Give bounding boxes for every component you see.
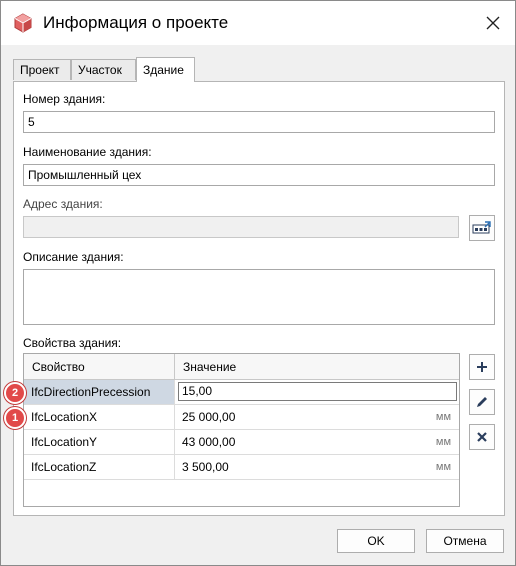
delete-icon bbox=[477, 432, 487, 442]
column-header-value[interactable]: Значение bbox=[175, 354, 459, 380]
edit-property-button[interactable] bbox=[469, 389, 495, 415]
unit-label: мм bbox=[435, 436, 451, 448]
property-value-cell[interactable]: 25 000,00 мм bbox=[175, 405, 459, 429]
dialog-window: Информация о проекте Проект Участок Здан… bbox=[0, 0, 516, 566]
property-name-cell: IfcLocationX bbox=[24, 405, 175, 429]
table-row[interactable]: IfcDirectionPrecession 15,00 bbox=[24, 380, 459, 405]
close-icon bbox=[486, 16, 500, 30]
edit-icon bbox=[477, 397, 487, 407]
unit-label: мм bbox=[435, 411, 451, 423]
title-bar: Информация о проекте bbox=[1, 1, 515, 45]
table-row[interactable]: IfcLocationX 25 000,00 мм bbox=[24, 405, 459, 430]
property-value-cell[interactable]: 3 500,00 мм bbox=[175, 455, 459, 479]
building-description-label: Описание здания: bbox=[23, 250, 124, 264]
add-icon bbox=[477, 362, 487, 372]
column-header-property[interactable]: Свойство bbox=[24, 354, 175, 380]
building-address-field bbox=[23, 216, 459, 238]
properties-table: Свойство Значение IfcDirectionPrecession… bbox=[23, 353, 460, 507]
building-properties-label: Свойства здания: bbox=[23, 336, 122, 350]
building-address-label: Адрес здания: bbox=[23, 197, 103, 211]
window-title: Информация о проекте bbox=[43, 13, 229, 32]
address-picker-button[interactable] bbox=[469, 215, 495, 241]
unit-label: мм bbox=[435, 461, 451, 473]
property-name-cell: IfcLocationY bbox=[24, 430, 175, 454]
property-value-cell[interactable]: 43 000,00 мм bbox=[175, 430, 459, 454]
address-picker-icon bbox=[472, 221, 491, 234]
property-name-cell: IfcLocationZ bbox=[24, 455, 175, 479]
step-badge-2: 2 bbox=[4, 382, 26, 404]
building-name-field[interactable] bbox=[23, 164, 495, 186]
tab-building[interactable]: Здание bbox=[136, 57, 195, 82]
app-logo-icon bbox=[13, 13, 33, 33]
property-name-cell: IfcDirectionPrecession bbox=[24, 380, 175, 404]
building-description-field[interactable] bbox=[23, 269, 495, 325]
add-property-button[interactable] bbox=[469, 354, 495, 380]
close-button[interactable] bbox=[471, 1, 515, 45]
tab-project[interactable]: Проект bbox=[13, 59, 71, 80]
table-row[interactable]: IfcLocationZ 3 500,00 мм bbox=[24, 455, 459, 480]
tab-site[interactable]: Участок bbox=[71, 59, 136, 80]
delete-property-button[interactable] bbox=[469, 424, 495, 450]
building-number-field[interactable] bbox=[23, 111, 495, 133]
ok-button[interactable]: OK bbox=[337, 529, 415, 553]
step-badge-1: 1 bbox=[4, 407, 26, 429]
building-number-label: Номер здания: bbox=[23, 92, 106, 106]
value-editor[interactable]: 15,00 bbox=[178, 382, 457, 401]
building-name-label: Наименование здания: bbox=[23, 145, 152, 159]
property-value-cell[interactable]: 15,00 bbox=[175, 380, 459, 404]
table-row[interactable]: IfcLocationY 43 000,00 мм bbox=[24, 430, 459, 455]
cancel-button[interactable]: Отмена bbox=[426, 529, 504, 553]
